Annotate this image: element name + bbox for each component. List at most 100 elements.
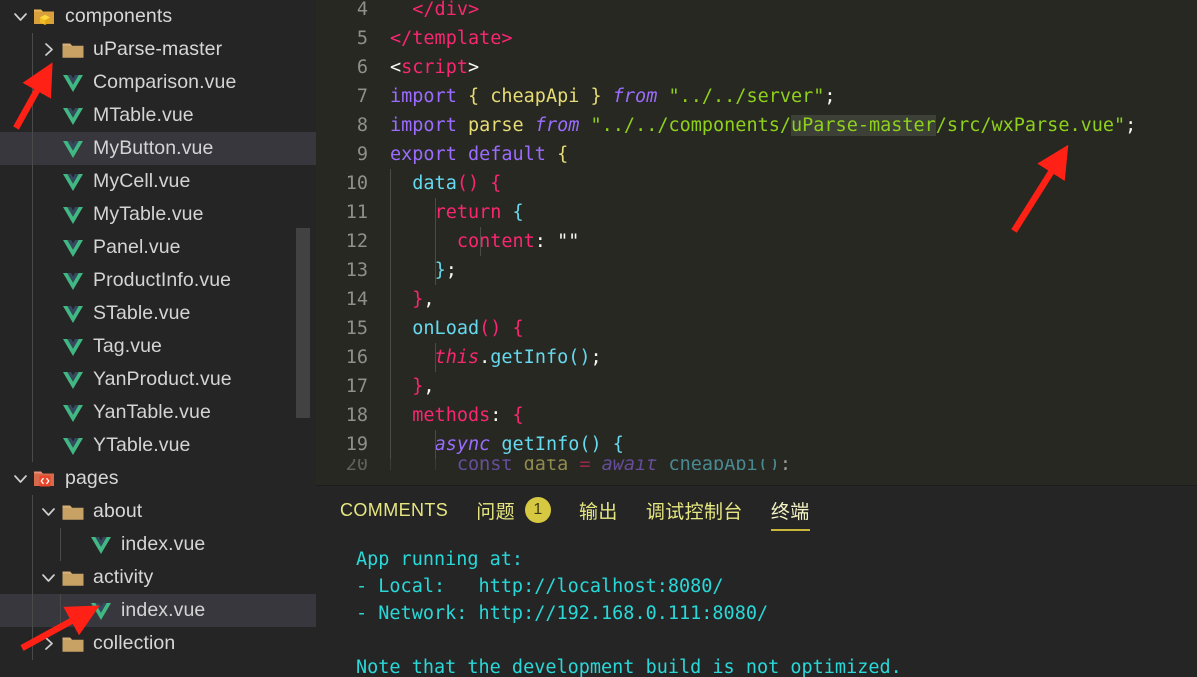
vue-file-icon <box>89 600 113 622</box>
line-content: onLoad() { <box>390 314 524 343</box>
vue-file-icon <box>61 171 85 193</box>
panel-tab-cjk-3[interactable]: 调试控制台 <box>646 486 743 534</box>
panel-tab-label: 调试控制台 <box>646 497 743 524</box>
tree-file-mytable-vue[interactable]: MyTable.vue <box>0 198 316 231</box>
occurrence-highlight: uParse-master <box>791 115 936 136</box>
panel-tab-cjk-4[interactable]: 终端 <box>771 486 810 534</box>
tree-folder-collection[interactable]: collection <box>0 627 316 660</box>
line-number: 10 <box>316 169 390 198</box>
line-content: data() { <box>390 169 501 198</box>
line-number: 18 <box>316 401 390 430</box>
line-number: 17 <box>316 372 390 401</box>
tree-item-label: uParse-master <box>93 38 222 61</box>
tree-folder-components[interactable]: components <box>0 0 316 33</box>
vue-file-icon <box>61 303 85 325</box>
panel-tab-label: 终端 <box>771 497 810 524</box>
chevron-right-icon[interactable] <box>40 41 57 58</box>
file-tree[interactable]: components uParse-master Comparison.vue MTa… <box>0 0 316 660</box>
tree-item-label: about <box>93 500 142 523</box>
tree-spacer <box>40 272 57 289</box>
tree-folder-about[interactable]: about <box>0 495 316 528</box>
tree-file-stable-vue[interactable]: STable.vue <box>0 297 316 330</box>
code-line: 4 </div> <box>316 0 1197 24</box>
indent-guide <box>32 99 33 132</box>
tree-file-index-vue[interactable]: index.vue <box>0 594 316 627</box>
tree-file-ytable-vue[interactable]: YTable.vue <box>0 429 316 462</box>
tree-item-label: STable.vue <box>93 302 190 325</box>
tree-spacer <box>40 305 57 322</box>
line-content: </div> <box>390 0 479 24</box>
tree-file-productinfo-vue[interactable]: ProductInfo.vue <box>0 264 316 297</box>
tree-item-label: YanProduct.vue <box>93 368 232 391</box>
tree-item-label: MTable.vue <box>93 104 194 127</box>
line-number: 13 <box>316 256 390 285</box>
chevron-down-icon[interactable] <box>40 503 57 520</box>
sidebar-scrollbar-thumb[interactable] <box>296 228 310 418</box>
tree-folder-pages[interactable]: pages <box>0 462 316 495</box>
vue-file-icon <box>61 138 85 160</box>
indent-guide <box>32 528 33 561</box>
tree-file-comparison-vue[interactable]: Comparison.vue <box>0 66 316 99</box>
code-line: 18 methods: { <box>316 401 1197 430</box>
tree-item-label: Tag.vue <box>93 335 162 358</box>
tree-file-mybutton-vue[interactable]: MyButton.vue <box>0 132 316 165</box>
vue-file-icon <box>61 72 85 94</box>
chevron-down-icon[interactable] <box>40 569 57 586</box>
panel-tab-badge: 1 <box>525 497 551 523</box>
tree-item-label: index.vue <box>121 533 205 556</box>
line-number: 20 <box>316 459 390 470</box>
chevron-down-icon[interactable] <box>12 470 29 487</box>
line-content: methods: { <box>390 401 524 430</box>
explorer-sidebar[interactable]: components uParse-master Comparison.vue MTa… <box>0 0 316 677</box>
tree-file-mtable-vue[interactable]: MTable.vue <box>0 99 316 132</box>
tree-file-index-vue[interactable]: index.vue <box>0 528 316 561</box>
panel-tab-cjk-1[interactable]: 问题1 <box>476 486 551 534</box>
line-content: import parse from "../../components/uPar… <box>390 111 1136 140</box>
indent-guide <box>32 297 33 330</box>
line-content: return { <box>390 198 524 227</box>
panel-tab-bar[interactable]: COMMENTS 问题1 输出 调试控制台 终端 <box>316 486 1197 534</box>
tree-item-label: pages <box>65 467 119 490</box>
indent-guide <box>32 33 33 66</box>
code-line: 8 import parse from "../../components/uP… <box>316 111 1197 140</box>
tree-file-panel-vue[interactable]: Panel.vue <box>0 231 316 264</box>
tree-item-label: YanTable.vue <box>93 401 211 424</box>
line-content: }, <box>390 285 435 314</box>
panel-tab-comments[interactable]: COMMENTS <box>340 486 448 534</box>
code-line: 11 return { <box>316 198 1197 227</box>
folder-icon <box>61 567 85 589</box>
tree-spacer <box>40 338 57 355</box>
editor-column: 3 <parse :content="content" /></par 4 </… <box>316 0 1197 677</box>
terminal-body[interactable]: App running at: - Local: http://localhos… <box>316 534 1197 677</box>
folder-icon <box>61 39 85 61</box>
line-number: 14 <box>316 285 390 314</box>
code-line: 5 </template> <box>316 24 1197 53</box>
line-number: 19 <box>316 430 390 459</box>
bottom-panel: COMMENTS 问题1 输出 调试控制台 终端 App running at: - L… <box>316 485 1197 677</box>
tree-folder-activity[interactable]: activity <box>0 561 316 594</box>
tree-file-mycell-vue[interactable]: MyCell.vue <box>0 165 316 198</box>
code-line: 9 export default { <box>316 140 1197 169</box>
chevron-down-icon[interactable] <box>12 8 29 25</box>
line-number: 8 <box>316 111 390 140</box>
vue-file-icon <box>61 369 85 391</box>
tree-item-label: MyTable.vue <box>93 203 204 226</box>
vue-file-icon <box>89 534 113 556</box>
panel-tab-cjk-2[interactable]: 输出 <box>579 486 618 534</box>
code-editor[interactable]: 3 <parse :content="content" /></par 4 </… <box>316 0 1197 485</box>
chevron-right-icon[interactable] <box>40 635 57 652</box>
terminal-output: App running at: - Local: http://localhos… <box>356 546 902 677</box>
line-number: 12 <box>316 227 390 256</box>
indent-guide <box>32 165 33 198</box>
tree-spacer <box>40 437 57 454</box>
tree-file-yantable-vue[interactable]: YanTable.vue <box>0 396 316 429</box>
code-line: 10 data() { <box>316 169 1197 198</box>
tree-spacer <box>68 602 85 619</box>
tree-file-tag-vue[interactable]: Tag.vue <box>0 330 316 363</box>
tree-file-yanproduct-vue[interactable]: YanProduct.vue <box>0 363 316 396</box>
vue-file-icon <box>61 237 85 259</box>
tree-folder-uparse-master[interactable]: uParse-master <box>0 33 316 66</box>
code-line: 7 import { cheapApi } from "../../server… <box>316 82 1197 111</box>
indent-guide <box>32 561 33 594</box>
vue-file-icon <box>61 204 85 226</box>
